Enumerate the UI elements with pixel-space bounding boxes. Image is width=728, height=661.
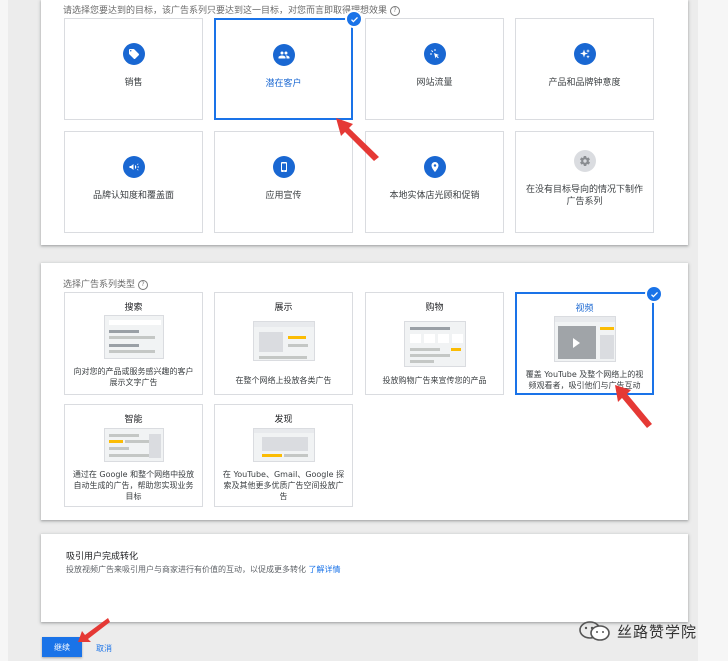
type-title: 智能 xyxy=(124,415,143,425)
type-desc: 在整个网络上投放各类广告 xyxy=(235,376,332,385)
type-desc: 向对您的产品或服务感兴趣的客户展示文字广告 xyxy=(73,367,194,387)
goal-card-no-goal[interactable]: 在没有目标导向的情况下制作广告系列 xyxy=(515,131,654,233)
type-card-display[interactable]: 展示 在整个网络上投放各类广告 xyxy=(214,292,353,395)
discovery-thumbnail xyxy=(252,428,315,462)
gear-icon xyxy=(573,150,596,172)
type-title: 视频 xyxy=(575,304,594,314)
goal-label: 在没有目标导向的情况下制作广告系列 xyxy=(525,185,643,207)
learn-more-link[interactable]: 了解详情 xyxy=(309,565,341,574)
type-desc: 通过在 Google 和整个网络中投放自动生成的广告，帮助您实现业务目标 xyxy=(72,470,195,501)
location-pin-icon xyxy=(423,156,446,178)
subtype-panel: 吸引用户完成转化 投放视频广告来吸引用户与商家进行有价值的互动，以促成更多转化 … xyxy=(41,534,688,622)
type-desc: 投放购物广告来宣传您的产品 xyxy=(382,376,487,385)
watermark-text: 丝路赞学院 xyxy=(617,622,698,641)
wechat-logo-icon xyxy=(579,621,610,641)
type-selected-check-icon xyxy=(645,285,663,303)
video-thumbnail xyxy=(553,316,616,362)
type-desc: 覆盖 YouTube 及整个网络上的视频观看者，吸引他们与广告互动 xyxy=(525,370,644,390)
goal-card-brand-awareness[interactable]: 品牌认知度和覆盖面 xyxy=(64,131,203,233)
goal-card-traffic[interactable]: 网站流量 xyxy=(365,18,504,120)
subtype-title: 吸引用户完成转化 xyxy=(66,552,139,562)
goals-hint-text: 请选择您要达到的目标，该广告系列只要达到这一目标，对您而言即取得理想效果 xyxy=(63,6,388,16)
subtype-desc-text: 投放视频广告来吸引用户与商家进行有价值的互动，以促成更多转化 xyxy=(66,565,306,574)
subtype-desc: 投放视频广告来吸引用户与商家进行有价值的互动，以促成更多转化 了解详情 xyxy=(66,564,376,576)
smartphone-icon xyxy=(272,156,295,178)
goal-label: 潜在客户 xyxy=(265,79,302,89)
goal-selected-check-icon xyxy=(345,10,363,28)
goal-card-sales[interactable]: 销售 xyxy=(64,18,203,120)
watermark: 丝路赞学院 xyxy=(578,620,697,642)
type-card-shopping[interactable]: 购物 投放购物广告来宣传您的产品 xyxy=(365,292,504,395)
goals-panel: 请选择您要达到的目标，该广告系列只要达到这一目标，对您而言即取得理想效果? 销售… xyxy=(41,0,688,245)
goal-label: 销售 xyxy=(124,78,143,88)
type-hint: 选择广告系列类型? xyxy=(63,277,149,290)
type-title: 发现 xyxy=(274,415,293,425)
sparkle-icon xyxy=(573,43,596,65)
goal-card-brand-consideration[interactable]: 产品和品牌钟意度 xyxy=(515,18,654,120)
type-title: 购物 xyxy=(425,303,444,313)
type-card-discovery[interactable]: 发现 在 YouTube、Gmail、Google 探索及其他更多优质广告空间投… xyxy=(214,404,353,507)
cursor-click-icon xyxy=(423,43,446,65)
type-hint-text: 选择广告系列类型 xyxy=(63,280,136,290)
goal-label: 网站流量 xyxy=(416,78,453,88)
shopping-thumbnail xyxy=(403,321,466,367)
goal-label: 应用宣传 xyxy=(265,191,302,201)
type-card-search[interactable]: 搜索 向对您的产品或服务感兴趣的客户展示文字广告 xyxy=(64,292,203,395)
type-title: 展示 xyxy=(274,303,293,313)
goal-card-app-promotion[interactable]: 应用宣传 xyxy=(214,131,353,233)
search-thumbnail xyxy=(103,315,164,359)
smart-thumbnail xyxy=(103,428,164,462)
help-icon[interactable]: ? xyxy=(390,5,401,16)
tag-icon xyxy=(122,43,145,65)
goal-card-leads[interactable]: 潜在客户 xyxy=(214,18,353,120)
help-icon[interactable]: ? xyxy=(138,279,149,290)
type-card-smart[interactable]: 智能 通过在 Google 和整个网络中投放自动生成的广告，帮助您实现业务目标 xyxy=(64,404,203,507)
play-icon xyxy=(572,338,580,348)
right-gutter xyxy=(698,0,728,661)
goal-card-local-store[interactable]: 本地实体店光顾和促销 xyxy=(365,131,504,233)
campaign-type-panel: 选择广告系列类型? 搜索 向对您的产品或服务感兴趣的客户展示文字广告 展示 在整… xyxy=(41,263,688,520)
people-icon xyxy=(272,44,295,66)
type-card-video[interactable]: 视频 覆盖 YouTube 及整个网络上的视频观看者，吸引他们与广告互动 xyxy=(515,292,654,395)
type-desc: 在 YouTube、Gmail、Google 探索及其他更多优质广告空间投放广告 xyxy=(222,470,345,501)
goal-label: 品牌认知度和覆盖面 xyxy=(92,191,174,201)
cancel-button[interactable]: 取消 xyxy=(96,643,112,654)
left-gutter xyxy=(0,0,8,661)
goal-label: 产品和品牌钟意度 xyxy=(548,78,621,88)
goal-label: 本地实体店光顾和促销 xyxy=(389,191,480,201)
type-title: 搜索 xyxy=(124,303,143,313)
continue-button[interactable]: 继续 xyxy=(42,637,82,657)
display-thumbnail xyxy=(252,321,315,361)
megaphone-icon xyxy=(122,156,145,178)
